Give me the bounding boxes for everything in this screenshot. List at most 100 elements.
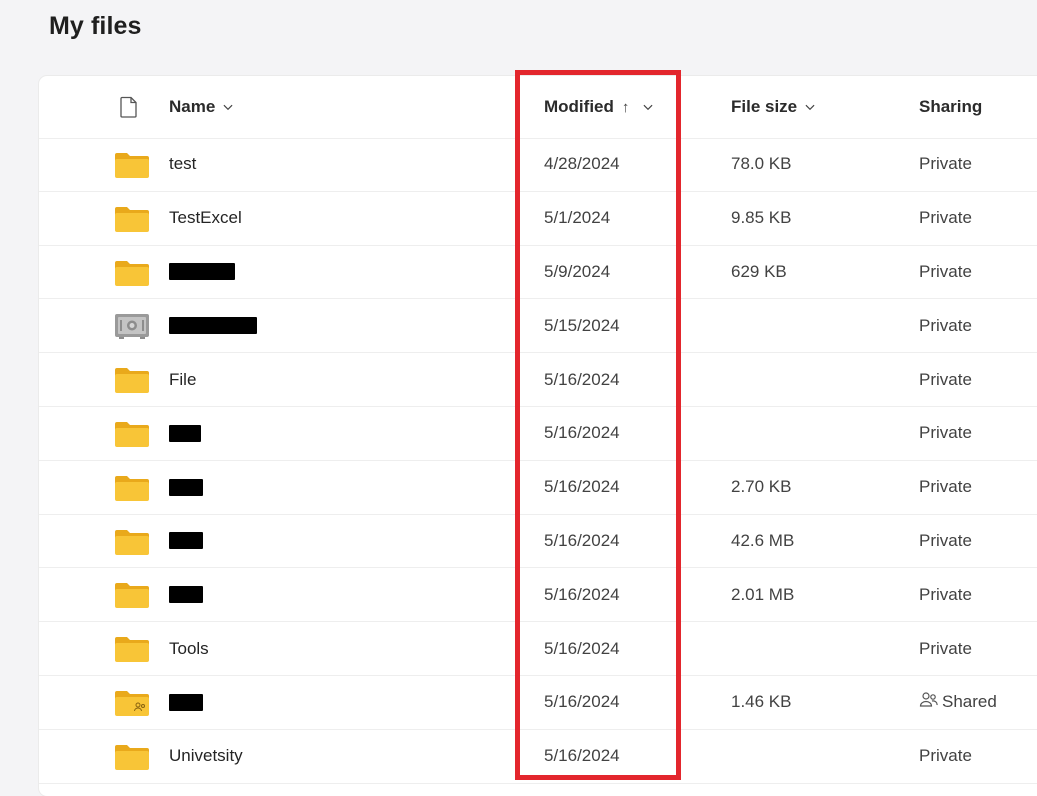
file-modified-date: 5/16/2024 [544, 638, 620, 658]
file-name[interactable] [169, 246, 235, 299]
file-name[interactable]: TestExcel [169, 192, 242, 245]
column-header-file-size-label: File size [731, 97, 798, 116]
shared-folder-icon [113, 689, 151, 717]
file-sharing-label: Private [919, 315, 972, 335]
file-type-icon[interactable] [119, 96, 139, 118]
chevron-down-icon [223, 102, 233, 112]
column-header-modified-label: Modified [544, 97, 614, 116]
file-name[interactable] [169, 299, 257, 352]
people-icon [919, 691, 942, 713]
table-row[interactable]: 5/9/2024 629 KB Private [39, 246, 1037, 300]
file-size: 78.0 KB [731, 154, 792, 174]
redacted-name [169, 478, 203, 496]
table-row[interactable]: test 4/28/2024 78.0 KB Private [39, 138, 1037, 192]
file-size: 1.46 KB [731, 692, 792, 712]
file-sharing-status: Private [919, 353, 972, 406]
file-name[interactable]: File [169, 353, 196, 406]
redacted-name [169, 317, 257, 335]
sort-ascending-icon: ↑ [621, 98, 630, 116]
file-sharing-label: Private [919, 154, 972, 174]
file-sharing-status[interactable]: Shared [919, 676, 997, 729]
chevron-down-icon [643, 102, 653, 112]
file-sharing-status: Private [919, 299, 972, 352]
file-sharing-label: Private [919, 423, 972, 443]
table-row[interactable]: 5/16/2024 42.6 MB Private [39, 515, 1037, 569]
column-header-sharing-label: Sharing [919, 97, 983, 116]
file-sharing-status: Private [919, 246, 972, 299]
file-name[interactable]: test [169, 138, 196, 191]
file-size: 629 KB [731, 261, 787, 281]
file-name[interactable] [169, 515, 203, 568]
folder-icon [113, 259, 151, 287]
file-sharing-status: Private [919, 622, 972, 675]
redacted-name [169, 263, 235, 281]
file-sharing-status: Private [919, 568, 972, 621]
file-modified-date: 5/16/2024 [544, 530, 620, 550]
redacted-name [169, 424, 201, 442]
redacted-name [169, 532, 203, 550]
file-list-panel: Name Modified ↑ File size Sharing test 4/… [39, 76, 1037, 796]
file-modified-date: 5/16/2024 [544, 423, 620, 443]
file-list: test 4/28/2024 78.0 KB Private TestExcel 5/1/… [39, 138, 1037, 784]
column-header-row: Name Modified ↑ File size Sharing [39, 76, 1037, 139]
file-size: 42.6 MB [731, 530, 795, 550]
file-modified-date: 5/16/2024 [544, 746, 620, 766]
folder-icon [113, 581, 151, 609]
file-sharing-label: Private [919, 530, 972, 550]
file-name[interactable]: Tools [169, 622, 209, 675]
table-row[interactable]: Tools 5/16/2024 Private [39, 622, 1037, 676]
table-row[interactable]: 5/16/2024 Private [39, 407, 1037, 461]
file-modified-date: 5/16/2024 [544, 477, 620, 497]
page-title: My files [49, 12, 142, 40]
file-modified-date: 5/16/2024 [544, 584, 620, 604]
file-name[interactable] [169, 568, 203, 621]
column-header-sharing[interactable]: Sharing [919, 76, 982, 138]
file-sharing-label: Private [919, 477, 972, 497]
table-row[interactable]: 5/16/2024 2.01 MB Private [39, 568, 1037, 623]
file-sharing-label: Private [919, 261, 972, 281]
file-modified-date: 5/15/2024 [544, 315, 620, 335]
file-sharing-status: Private [919, 515, 972, 568]
file-name[interactable] [169, 676, 203, 729]
file-modified-date: 4/28/2024 [544, 154, 620, 174]
file-sharing-label: Private [919, 369, 972, 389]
folder-icon [113, 635, 151, 663]
file-modified-date: 5/16/2024 [544, 369, 620, 389]
redacted-name [169, 693, 203, 711]
file-name[interactable] [169, 461, 203, 514]
file-modified-date: 5/1/2024 [544, 208, 611, 228]
file-sharing-label: Private [919, 208, 972, 228]
table-row[interactable]: 5/16/2024 1.46 KB Shared [39, 676, 1037, 730]
column-header-name-label: Name [169, 97, 216, 116]
vault-icon [113, 312, 151, 340]
file-sharing-status: Private [919, 138, 972, 191]
file-sharing-status: Private [919, 407, 972, 460]
file-name[interactable] [169, 407, 201, 460]
column-header-file-size[interactable]: File size [731, 76, 815, 138]
column-header-modified[interactable]: Modified ↑ [544, 76, 653, 138]
folder-icon [113, 743, 151, 771]
file-sharing-status: Private [919, 192, 972, 245]
folder-icon [113, 151, 151, 179]
file-size: 2.70 KB [731, 477, 792, 497]
file-sharing-label: Private [919, 746, 972, 766]
file-sharing-status: Private [919, 461, 972, 514]
table-row[interactable]: TestExcel 5/1/2024 9.85 KB Private [39, 192, 1037, 246]
file-name[interactable]: Univetsity [169, 730, 243, 783]
column-header-name[interactable]: Name [169, 76, 233, 138]
file-sharing-status: Private [919, 730, 972, 783]
table-row[interactable]: 5/15/2024 Private [39, 299, 1037, 354]
file-sharing-label: Private [919, 638, 972, 658]
folder-icon [113, 366, 151, 394]
table-row[interactable]: File 5/16/2024 Private [39, 353, 1037, 407]
file-modified-date: 5/16/2024 [544, 692, 620, 712]
redacted-name [169, 586, 203, 604]
table-row[interactable]: Univetsity 5/16/2024 Private [39, 730, 1037, 784]
table-row[interactable]: 5/16/2024 2.70 KB Private [39, 461, 1037, 515]
file-sharing-label: Shared [942, 692, 997, 712]
folder-icon [113, 528, 151, 556]
file-size: 9.85 KB [731, 208, 792, 228]
file-sharing-label: Private [919, 584, 972, 604]
file-modified-date: 5/9/2024 [544, 261, 611, 281]
file-size: 2.01 MB [731, 584, 795, 604]
